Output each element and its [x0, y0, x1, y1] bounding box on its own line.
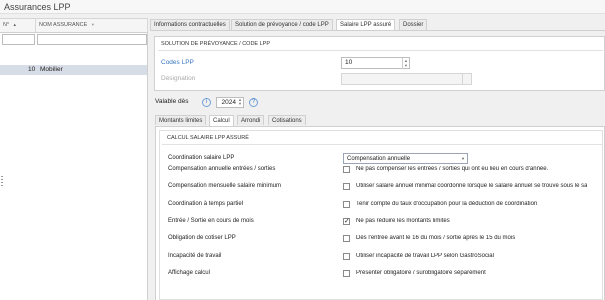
subtab-rounding[interactable]: Arrondi — [237, 115, 265, 125]
tab-dossier[interactable]: Dossier — [399, 19, 428, 30]
calc-option-checkbox[interactable] — [343, 253, 350, 260]
content-area: SOLUTION DE PRÉVOYANCE / CODE LPP Codes … — [150, 30, 605, 300]
window-title-bar: Assurances LPP — [0, 0, 605, 14]
chevron-down-icon: ▼ — [461, 156, 465, 161]
splitter-handle[interactable] — [0, 174, 3, 188]
calc-option-text: Ne pas compenser les entrées / sorties q… — [356, 166, 549, 172]
tab-contract-info[interactable]: Informations contractuelles — [150, 19, 230, 30]
valid-from-label: Valable dès — [155, 98, 189, 105]
sort-ascending-icon: ▲ — [12, 22, 17, 27]
column-header-number-label: N° — [3, 22, 10, 28]
list-item[interactable]: 10 Mobilier — [0, 65, 147, 75]
valid-from-year-field[interactable]: 2024 ▲ ▼ — [216, 97, 244, 108]
calc-subtabs: Montants limites Calcul Arrondi Cotisati… — [155, 115, 595, 126]
column-header-name-label: NOM ASSURANCE — [39, 22, 88, 28]
filter-number-input[interactable] — [2, 34, 35, 45]
section-title-calc: CALCUL SALAIRE LPP ASSURÉ — [167, 135, 249, 141]
designation-field[interactable] — [341, 73, 472, 85]
section-title-solution: SOLUTION DE PRÉVOYANCE / CODE LPP — [161, 41, 271, 47]
calc-option-label: Coordination à temps partiel — [168, 201, 244, 207]
list-item-name: Mobilier — [40, 66, 63, 73]
calc-option-label: Entrée / Sortie en cours de mois — [168, 218, 254, 224]
chevron-down-icon: ▼ — [90, 22, 95, 27]
calc-option-checkbox[interactable] — [343, 270, 350, 277]
spinner-icon[interactable]: ▲ ▼ — [402, 58, 409, 69]
coordination-select-value: Compensation annuelle — [347, 156, 411, 162]
codes-lpp-label: Codes LPP — [161, 59, 194, 66]
calc-option-checkbox[interactable] — [343, 201, 350, 208]
insurance-list-pane: N° ▲ NOM ASSURANCE ▼ 10 Mobilier — [0, 18, 148, 300]
year-next-icon[interactable]: ? — [249, 98, 258, 107]
calc-option-text: Ne pas réduire les montants limites — [356, 218, 450, 224]
subtab-contributions[interactable]: Cotisations — [268, 115, 306, 125]
calc-option-text: Utiliser incapacité de travail LPP selon… — [356, 253, 494, 259]
calc-option-label: Incapacité de travail — [168, 253, 222, 259]
calc-option-label: Compensation mensuelle salaire minimum — [168, 183, 282, 189]
info-icon[interactable]: i — [202, 98, 211, 107]
divider — [158, 50, 603, 51]
calc-option-text: Utiliser salaire annuel minimal coordonn… — [356, 183, 588, 189]
dropdown-icon[interactable] — [462, 74, 471, 84]
list-item-number: 10 — [28, 66, 36, 73]
calc-option-checkbox[interactable] — [343, 183, 350, 190]
calc-option-checkbox[interactable] — [343, 217, 350, 225]
subtab-limit-amounts[interactable]: Montants limites — [155, 115, 207, 125]
designation-label: Désignation — [161, 75, 196, 82]
column-header-number[interactable]: N° ▲ — [0, 19, 36, 33]
calc-option-label: Compensation annuelle entrées / sorties — [168, 166, 276, 172]
column-header-name[interactable]: NOM ASSURANCE ▼ — [36, 19, 148, 33]
calc-option-checkbox[interactable] — [343, 166, 350, 173]
codes-lpp-field[interactable]: 10 ▲ ▼ — [341, 57, 410, 69]
calc-option-label: Affichage calcul — [168, 270, 210, 276]
calc-option-checkbox[interactable] — [343, 235, 350, 242]
calc-option-text: Présenter obligatoire / surobligatoire s… — [356, 270, 486, 276]
solution-panel: SOLUTION DE PRÉVOYANCE / CODE LPP Codes … — [154, 36, 605, 91]
calc-option-text: Tenir compte du taux d'occupation pour l… — [356, 201, 538, 207]
coordination-label: Coordination salaire LPP — [168, 155, 235, 161]
codes-lpp-value: 10 — [345, 59, 353, 66]
calc-option-text: Dès l'entrée avant le 16 du mois / sorti… — [356, 235, 516, 241]
divider — [162, 144, 602, 145]
coordination-select[interactable]: Compensation annuelle ▼ — [343, 153, 468, 164]
tab-pension-solution[interactable]: Solution de prévoyance / code LPP — [231, 19, 333, 30]
year-spinner-icon[interactable]: ▲ ▼ — [238, 98, 242, 106]
filter-name-input[interactable] — [37, 34, 147, 45]
valid-from-year-value: 2024 — [221, 99, 236, 106]
calc-option-label: Obligation de cotiser LPP — [168, 235, 236, 241]
subtab-calculation[interactable]: Calcul — [209, 115, 234, 126]
app-title: Assurances LPP — [4, 2, 71, 12]
